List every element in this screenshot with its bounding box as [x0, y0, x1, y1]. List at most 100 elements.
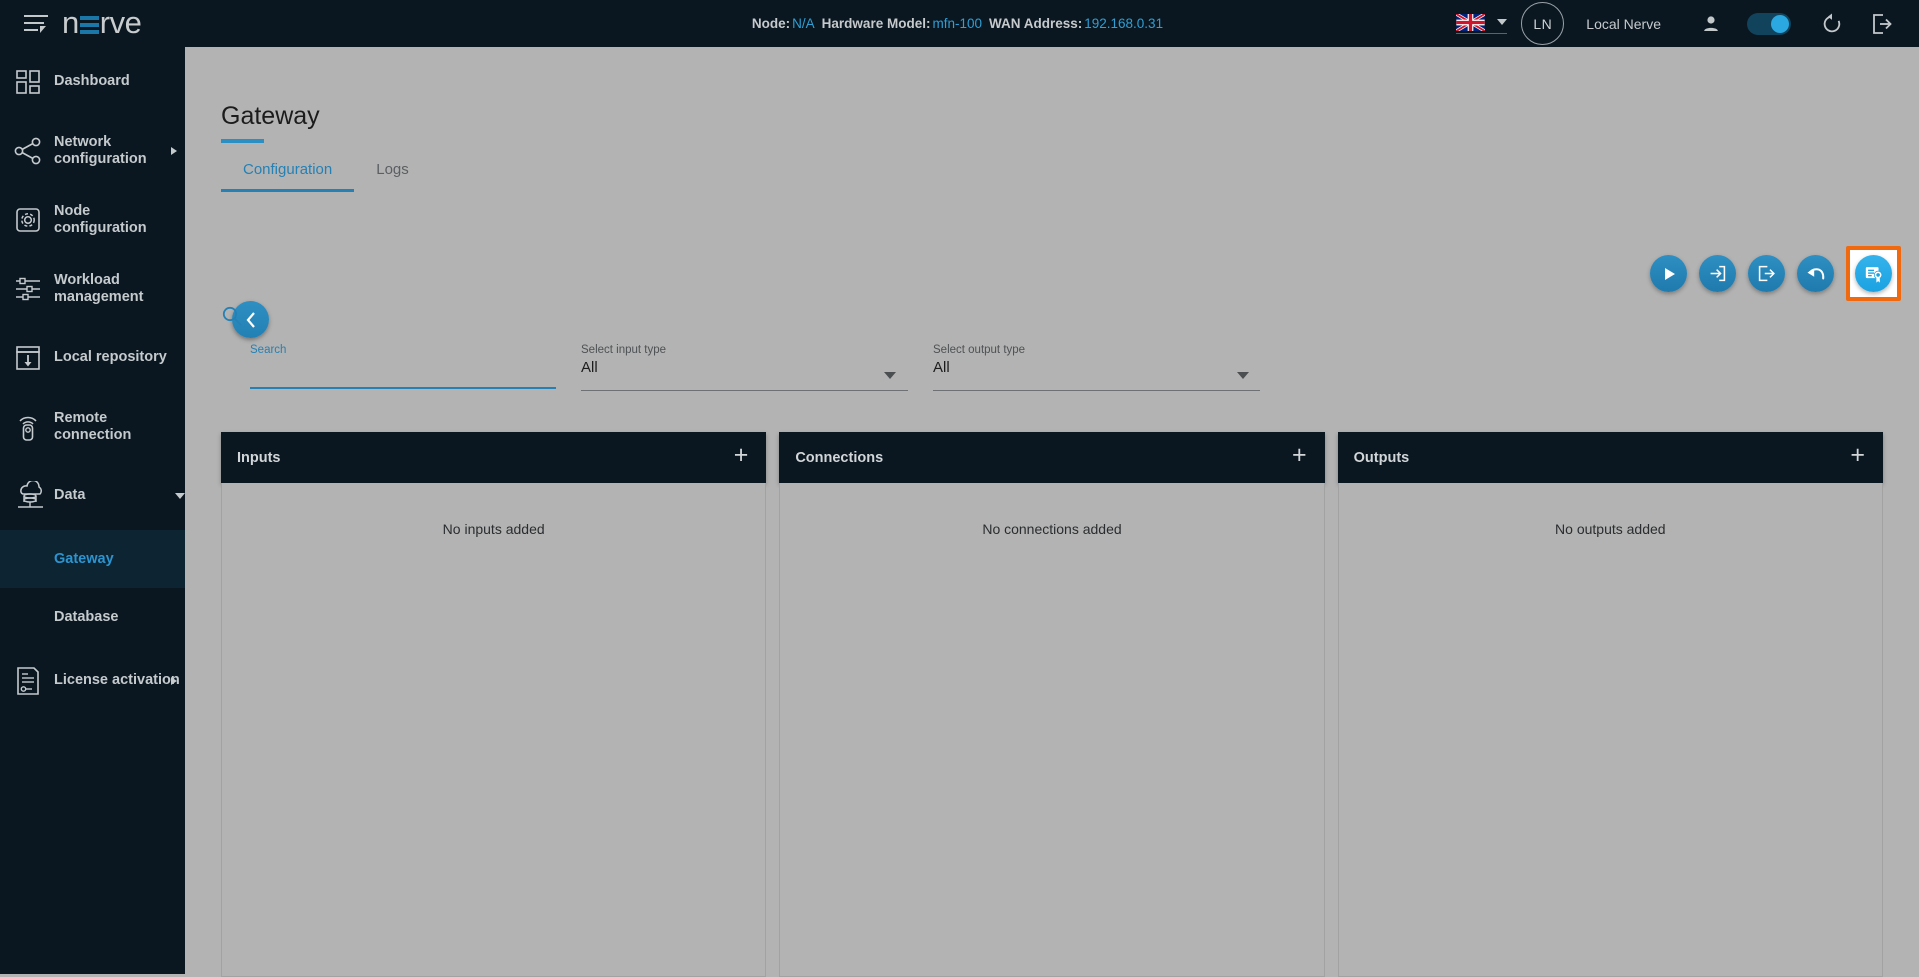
panel-title: Inputs: [237, 449, 281, 466]
panel-outputs: Outputs + No outputs added: [1337, 432, 1883, 977]
main-content: Gateway Configuration Logs Search Select…: [185, 47, 1919, 977]
search-input[interactable]: [250, 359, 556, 376]
output-type-label: Select output type: [933, 344, 1026, 356]
sidebar: Dashboard Network configuration Node con…: [0, 47, 185, 974]
sidebar-item-node-configuration[interactable]: Node configuration: [0, 185, 185, 254]
panel-title: Connections: [795, 449, 884, 466]
avatar-initials: LN: [1533, 15, 1553, 32]
logout-icon[interactable]: [1869, 12, 1893, 36]
logo-text-pre: n: [62, 5, 79, 40]
input-type-value[interactable]: All: [581, 359, 598, 376]
empty-message: No inputs added: [442, 521, 545, 537]
input-type-underline: [581, 390, 908, 391]
panel-body: No connections added: [779, 483, 1325, 977]
add-output-button[interactable]: +: [1848, 443, 1867, 472]
cloud-data-icon: [14, 478, 54, 514]
hardware-model-label: Hardware Model:: [821, 16, 931, 31]
chevron-right-icon: [171, 676, 177, 685]
top-bar: n rve Node: N/A Hardware Model: mfn-100 …: [0, 0, 1919, 47]
wan-address-value: 192.168.0.31: [1084, 16, 1164, 31]
theme-toggle[interactable]: [1747, 12, 1791, 35]
panel-header: Connections +: [779, 432, 1325, 483]
export-button[interactable]: [1748, 255, 1785, 292]
undo-button[interactable]: [1797, 255, 1834, 292]
sidebar-item-label: Workload management: [54, 271, 144, 305]
sidebar-item-network-configuration[interactable]: Network configuration: [0, 116, 185, 185]
sidebar-item-label: Remote connection: [54, 409, 132, 443]
chevron-down-icon: [175, 492, 185, 499]
panel-connections: Connections + No connections added: [779, 432, 1325, 977]
chevron-down-icon[interactable]: [1237, 372, 1249, 379]
sidebar-item-dashboard[interactable]: Dashboard: [0, 47, 185, 116]
language-selector[interactable]: [1456, 13, 1508, 34]
empty-message: No connections added: [982, 521, 1122, 537]
panel-body: No inputs added: [221, 483, 767, 977]
tab-bar: Configuration Logs: [221, 152, 431, 192]
sidebar-item-label: Data: [54, 487, 86, 503]
action-button-group: [1650, 246, 1901, 301]
search-icon: [221, 305, 243, 332]
panel-title: Outputs: [1353, 449, 1410, 466]
play-icon: [1664, 267, 1675, 280]
back-icon: [246, 311, 255, 328]
dashboard-icon: [14, 64, 54, 100]
input-type-label: Select input type: [581, 344, 667, 356]
avatar[interactable]: LN: [1521, 2, 1565, 45]
sidebar-item-label: Dashboard: [54, 73, 130, 89]
node-value: N/A: [792, 16, 815, 31]
tab-label: Configuration: [243, 161, 333, 178]
logo-text-post: rve: [99, 5, 142, 40]
person-icon[interactable]: [1701, 14, 1721, 34]
add-input-button[interactable]: +: [732, 443, 751, 472]
license-icon: [14, 663, 54, 699]
certificate-button[interactable]: [1855, 255, 1892, 292]
sidebar-item-database[interactable]: Database: [0, 588, 185, 646]
panel-body: No outputs added: [1337, 483, 1883, 977]
title-underline: [221, 139, 264, 143]
sidebar-item-workload-management[interactable]: Workload management: [0, 254, 185, 323]
chevron-right-icon: [171, 146, 177, 155]
sidebar-subitem-label: Gateway: [54, 551, 114, 567]
chevron-down-icon: [1497, 19, 1508, 25]
refresh-icon[interactable]: [1821, 12, 1843, 35]
import-button[interactable]: [1699, 255, 1736, 292]
tab-label: Logs: [376, 161, 409, 178]
hamburger-menu-icon[interactable]: [16, 7, 56, 39]
top-bar-right-controls: LN Local Nerve: [1456, 0, 1919, 47]
output-type-value[interactable]: All: [933, 359, 950, 376]
sidebar-item-license-activation[interactable]: License activation: [0, 646, 185, 715]
output-type-underline: [933, 390, 1260, 391]
sidebar-item-label: Network configuration: [54, 133, 147, 167]
apply-button[interactable]: [1650, 255, 1687, 292]
sidebar-subitem-label: Database: [54, 609, 119, 625]
panel-header: Inputs +: [221, 432, 767, 483]
hardware-model-value: mfn-100: [932, 16, 982, 31]
search-underline: [250, 387, 556, 389]
page-title: Gateway: [221, 102, 320, 130]
sidebar-item-remote-connection[interactable]: Remote connection: [0, 392, 185, 461]
uk-flag-icon: [1456, 13, 1486, 31]
sidebar-item-label: License activation: [54, 672, 180, 688]
panel-header: Outputs +: [1337, 432, 1883, 483]
sidebar-item-label: Node configuration: [54, 202, 147, 236]
add-connection-button[interactable]: +: [1290, 443, 1309, 472]
panel-group: Inputs + No inputs added Connections + N…: [221, 432, 1883, 977]
node-label: Node:: [751, 16, 791, 31]
tab-logs[interactable]: Logs: [354, 161, 431, 192]
certificate-button-highlight: [1846, 246, 1901, 301]
export-icon: [1758, 265, 1775, 282]
logo-e-glyph: [79, 13, 99, 34]
sliders-icon: [14, 271, 54, 307]
user-name-label[interactable]: Local Nerve: [1586, 16, 1661, 32]
undo-icon: [1806, 267, 1824, 279]
network-icon: [14, 133, 54, 169]
import-icon: [1710, 265, 1726, 282]
remote-icon: [14, 409, 54, 445]
sidebar-item-gateway[interactable]: Gateway: [0, 530, 185, 588]
chevron-down-icon[interactable]: [884, 372, 896, 379]
sidebar-item-local-repository[interactable]: Local repository: [0, 323, 185, 392]
nerve-logo[interactable]: n rve: [62, 5, 142, 41]
sidebar-item-label: Local repository: [54, 349, 167, 365]
sidebar-item-data[interactable]: Data: [0, 461, 185, 530]
tab-configuration[interactable]: Configuration: [221, 161, 355, 192]
